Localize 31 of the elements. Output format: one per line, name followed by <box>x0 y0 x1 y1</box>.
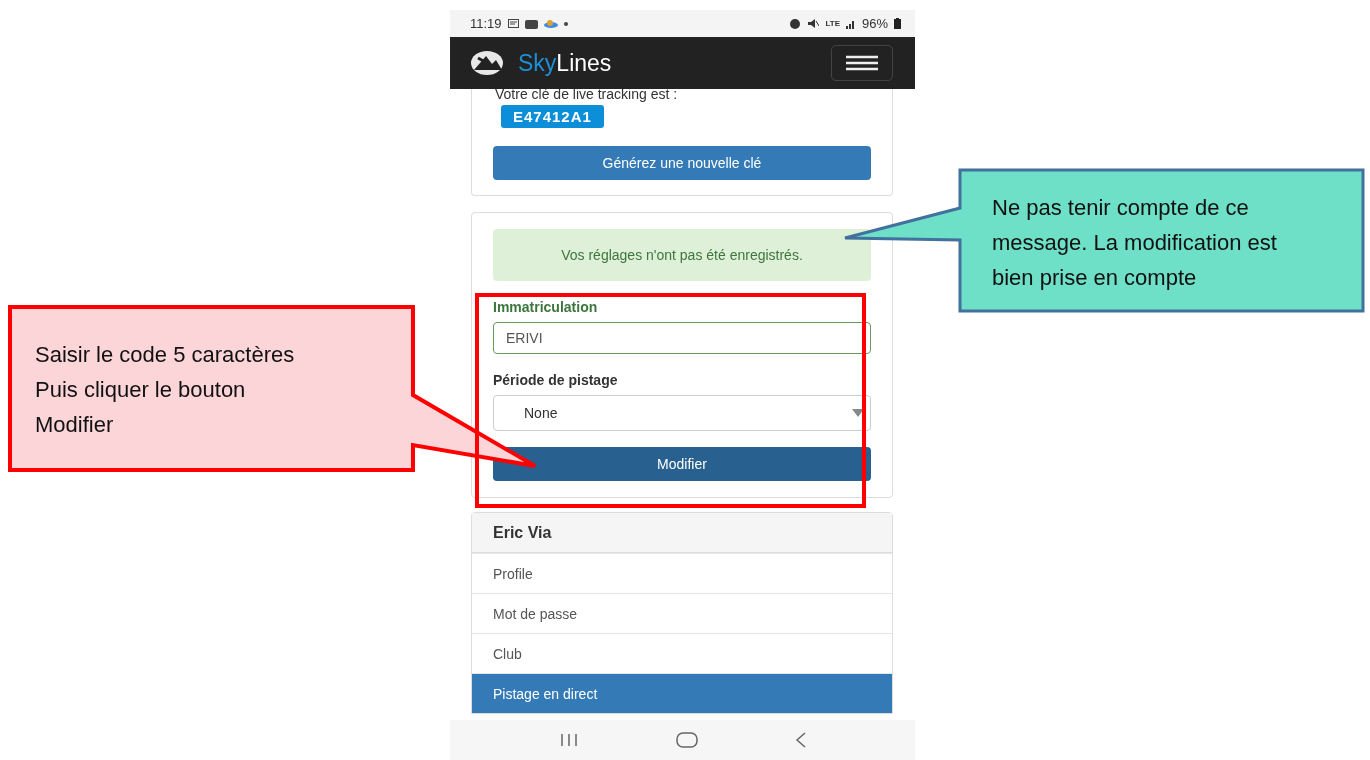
dropdown[interactable]: None <box>493 395 871 431</box>
alert-message: Vos réglages n'ont pas été enregistrés. <box>493 229 871 281</box>
cloud-icon <box>543 19 558 28</box>
generate-key-button[interactable]: Générez une nouvelle clé <box>493 146 871 180</box>
tracking-key: E47412A1 <box>501 105 604 128</box>
logo-icon <box>470 50 504 76</box>
battery-percent: 96% <box>861 16 888 31</box>
message-icon <box>507 19 519 28</box>
caret-icon <box>852 409 864 417</box>
mute-icon <box>807 18 820 29</box>
home-icon[interactable] <box>675 732 698 748</box>
field-label: Période de pistage <box>493 372 618 388</box>
key-label: Votre clé de live tracking est : <box>495 89 679 103</box>
recent-apps-icon[interactable] <box>558 733 579 747</box>
alarm-icon <box>789 18 802 29</box>
modify-button[interactable]: Modifier <box>493 447 871 481</box>
menu-icon <box>846 55 878 71</box>
signal-icon <box>845 18 856 29</box>
app-icon <box>524 18 538 29</box>
network-type: LTE <box>825 19 840 28</box>
back-icon[interactable] <box>794 732 807 748</box>
menu-item[interactable]: Pistage en direct <box>472 673 892 713</box>
dot-icon <box>563 21 568 26</box>
menu-button[interactable] <box>831 45 893 81</box>
panel-heading: Eric Via <box>472 513 892 553</box>
status-time: 11:19 <box>470 16 502 31</box>
input-field[interactable]: ERIVI <box>493 322 871 354</box>
field-label: Immatriculation <box>493 299 598 315</box>
callout-text: Ne pas tenir compte de ce message. La modification est bien prise en compte <box>992 194 1278 292</box>
battery-icon <box>894 18 901 29</box>
callout-text: Saisir le code 5 caractères Puis cliquer le bouton Modifier <box>35 341 296 439</box>
